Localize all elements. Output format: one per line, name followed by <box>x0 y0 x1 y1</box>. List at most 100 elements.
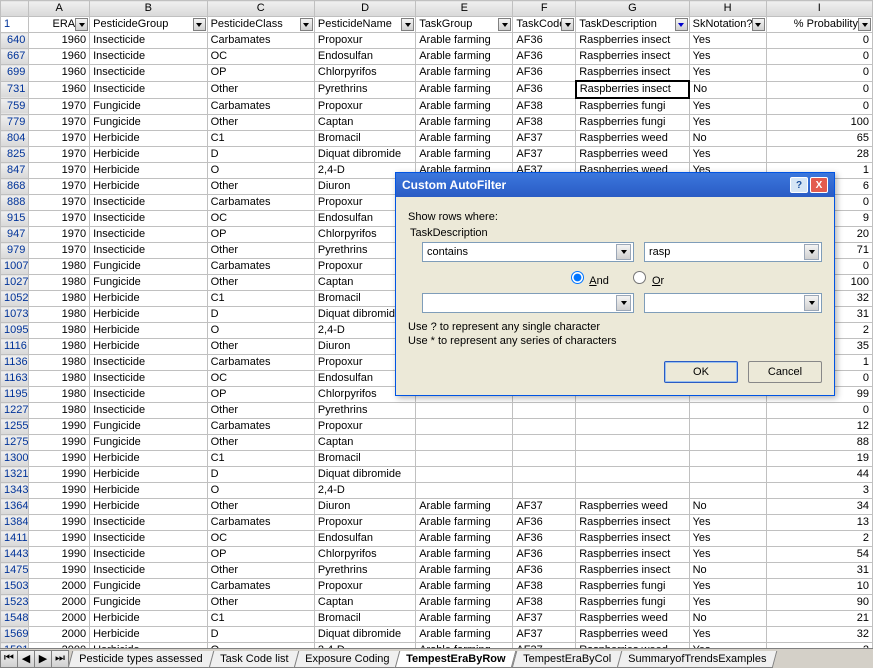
cell[interactable]: AF37 <box>513 499 576 515</box>
column-header-B[interactable]: B <box>90 1 207 17</box>
cell[interactable] <box>689 403 766 419</box>
row-header[interactable]: 1548 <box>1 611 29 627</box>
cell[interactable]: Other <box>207 115 314 131</box>
cell[interactable]: Insecticide <box>90 387 207 403</box>
cell[interactable]: 0 <box>766 49 872 65</box>
cell[interactable]: 1980 <box>29 291 90 307</box>
row-header[interactable]: 947 <box>1 227 29 243</box>
cell[interactable]: Arable farming <box>416 627 513 643</box>
cell[interactable]: No <box>689 81 766 98</box>
cell[interactable]: 1980 <box>29 403 90 419</box>
cell[interactable]: 2,4-D <box>314 483 415 499</box>
cell[interactable] <box>576 451 689 467</box>
cell[interactable] <box>416 451 513 467</box>
cell[interactable] <box>416 435 513 451</box>
cell[interactable]: 0 <box>766 81 872 98</box>
row-header[interactable]: 1569 <box>1 627 29 643</box>
cell[interactable]: 90 <box>766 595 872 611</box>
cell[interactable]: Yes <box>689 531 766 547</box>
row-header[interactable]: 888 <box>1 195 29 211</box>
row-header[interactable]: 868 <box>1 179 29 195</box>
cell[interactable]: Pyrethrins <box>314 563 415 579</box>
row-header[interactable]: 759 <box>1 98 29 115</box>
cell[interactable]: Insecticide <box>90 81 207 98</box>
row-header[interactable]: 1321 <box>1 467 29 483</box>
row-header[interactable]: 731 <box>1 81 29 98</box>
column-header-F[interactable]: F <box>513 1 576 17</box>
cell[interactable]: Other <box>207 403 314 419</box>
row-header[interactable]: 1136 <box>1 355 29 371</box>
cell[interactable] <box>513 435 576 451</box>
row-header[interactable]: 1475 <box>1 563 29 579</box>
sheet-nav-last-icon[interactable]: ⏭ <box>51 650 69 668</box>
cell[interactable] <box>576 419 689 435</box>
column-header-I[interactable]: I <box>766 1 872 17</box>
cell[interactable] <box>576 483 689 499</box>
cell[interactable] <box>689 467 766 483</box>
chevron-down-icon[interactable] <box>804 244 819 260</box>
cell[interactable]: Fungicide <box>90 275 207 291</box>
cell[interactable]: Yes <box>689 627 766 643</box>
cell[interactable]: C1 <box>207 611 314 627</box>
cell[interactable]: C1 <box>207 291 314 307</box>
cell[interactable]: 1970 <box>29 195 90 211</box>
filter-dropdown-icon[interactable] <box>75 18 88 31</box>
cell[interactable]: 100 <box>766 115 872 131</box>
cell[interactable]: Herbicide <box>90 483 207 499</box>
row-header[interactable]: 1443 <box>1 547 29 563</box>
cell[interactable] <box>513 403 576 419</box>
cell[interactable]: Herbicide <box>90 179 207 195</box>
cell[interactable]: Other <box>207 435 314 451</box>
cell[interactable]: Fungicide <box>90 115 207 131</box>
cell[interactable]: Herbicide <box>90 307 207 323</box>
cell[interactable]: O <box>207 163 314 179</box>
cell[interactable]: Chlorpyrifos <box>314 547 415 563</box>
cell[interactable]: Arable farming <box>416 33 513 49</box>
cell[interactable]: Bromacil <box>314 611 415 627</box>
row-header[interactable]: 1300 <box>1 451 29 467</box>
row-header[interactable]: 1195 <box>1 387 29 403</box>
cell[interactable]: Herbicide <box>90 147 207 163</box>
cell[interactable]: AF36 <box>513 563 576 579</box>
cell[interactable]: 1990 <box>29 563 90 579</box>
cell[interactable]: Arable farming <box>416 499 513 515</box>
cell[interactable]: 1970 <box>29 179 90 195</box>
cell[interactable]: Yes <box>689 49 766 65</box>
cell[interactable]: OP <box>207 65 314 82</box>
row-header[interactable]: 1384 <box>1 515 29 531</box>
cell[interactable]: Propoxur <box>314 419 415 435</box>
cell[interactable]: Arable farming <box>416 81 513 98</box>
cell[interactable]: 1990 <box>29 467 90 483</box>
row-header[interactable]: 1343 <box>1 483 29 499</box>
cell[interactable] <box>689 451 766 467</box>
sheet-tab-exposurecoding[interactable]: Exposure Coding <box>294 651 401 668</box>
cell[interactable]: Other <box>207 243 314 259</box>
row-header[interactable]: 1 <box>1 17 29 33</box>
cell[interactable]: 88 <box>766 435 872 451</box>
cell[interactable]: Propoxur <box>314 515 415 531</box>
cell[interactable]: Herbicide <box>90 131 207 147</box>
cell[interactable] <box>513 451 576 467</box>
cell[interactable]: Arable farming <box>416 515 513 531</box>
cell[interactable]: 1990 <box>29 547 90 563</box>
cell[interactable]: 1990 <box>29 483 90 499</box>
cell[interactable]: OC <box>207 371 314 387</box>
cell[interactable]: Carbamates <box>207 515 314 531</box>
cell[interactable]: 2000 <box>29 595 90 611</box>
cancel-button[interactable]: Cancel <box>748 361 822 383</box>
cell[interactable]: 32 <box>766 627 872 643</box>
field-header-taskgroup[interactable]: TaskGroup <box>416 17 513 33</box>
filter-dropdown-icon[interactable] <box>752 18 765 31</box>
cell[interactable]: Arable farming <box>416 147 513 163</box>
field-header-taskdescription[interactable]: TaskDescription <box>576 17 689 33</box>
cell[interactable]: AF37 <box>513 147 576 163</box>
field-header-pesticideclass[interactable]: PesticideClass <box>207 17 314 33</box>
cell[interactable]: Raspberries insect <box>576 515 689 531</box>
field-header-probability[interactable]: % Probability <box>766 17 872 33</box>
cell[interactable]: OP <box>207 547 314 563</box>
cell[interactable] <box>416 467 513 483</box>
cell[interactable]: Fungicide <box>90 259 207 275</box>
cell[interactable]: Insecticide <box>90 355 207 371</box>
row-header[interactable]: 1523 <box>1 595 29 611</box>
column-header-G[interactable]: G <box>576 1 689 17</box>
